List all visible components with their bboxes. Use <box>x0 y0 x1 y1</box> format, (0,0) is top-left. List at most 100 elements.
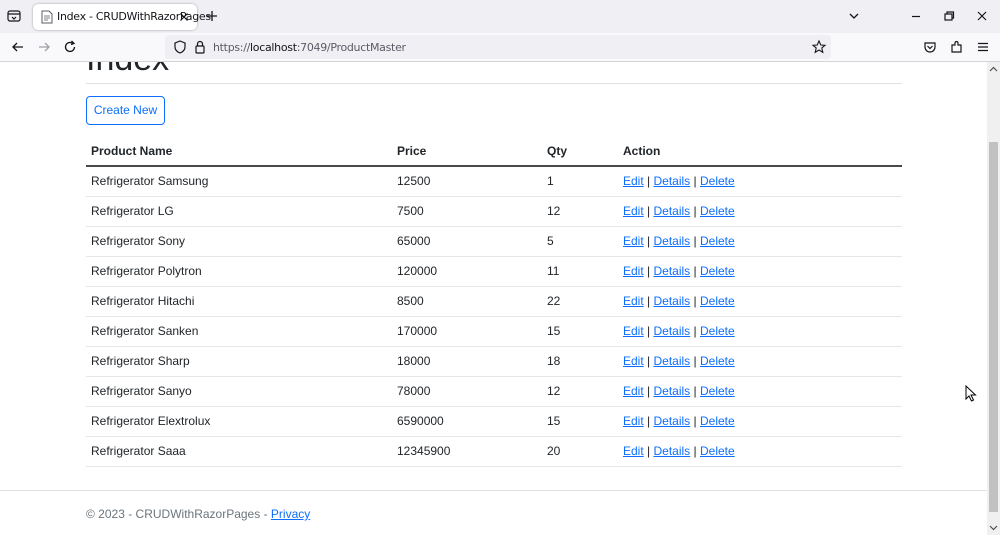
edit-link[interactable]: Edit <box>623 204 644 218</box>
separator: | <box>647 414 651 428</box>
column-header-product-name: Product Name <box>86 137 392 167</box>
browser-tab[interactable]: Index - CRUDWithRazorPages <box>33 4 211 30</box>
delete-link[interactable]: Delete <box>700 324 735 338</box>
separator: | <box>693 294 697 308</box>
edit-link[interactable]: Edit <box>623 444 644 458</box>
separator: | <box>647 444 651 458</box>
bookmark-star-icon[interactable] <box>811 39 827 55</box>
separator: | <box>647 354 651 368</box>
price-cell: 120000 <box>392 256 542 287</box>
delete-link[interactable]: Delete <box>700 234 735 248</box>
details-link[interactable]: Details <box>654 294 691 308</box>
details-link[interactable]: Details <box>654 414 691 428</box>
pocket-icon[interactable] <box>922 39 938 55</box>
product-name-cell: Refrigerator Sharp <box>86 346 392 377</box>
edit-link[interactable]: Edit <box>623 384 644 398</box>
price-cell: 6590000 <box>392 406 542 437</box>
menu-icon[interactable] <box>975 39 991 55</box>
action-cell: Edit | Details | Delete <box>618 286 902 317</box>
extensions-icon[interactable] <box>949 39 965 55</box>
table-row: Refrigerator Hitachi 8500 22 Edit | Details… <box>86 286 902 317</box>
separator: | <box>647 234 651 248</box>
edit-link[interactable]: Edit <box>623 174 644 188</box>
separator: | <box>693 324 697 338</box>
product-name-cell: Refrigerator LG <box>86 196 392 227</box>
product-name-cell: Refrigerator Saaa <box>86 436 392 467</box>
table-row: Refrigerator Sanyo 78000 12 Edit | Details … <box>86 376 902 407</box>
new-tab-icon[interactable] <box>204 8 220 24</box>
details-link[interactable]: Details <box>654 264 691 278</box>
edit-link[interactable]: Edit <box>623 234 644 248</box>
qty-cell: 12 <box>542 376 618 407</box>
forward-arrow-icon[interactable] <box>36 39 52 55</box>
qty-cell: 5 <box>542 226 618 257</box>
delete-link[interactable]: Delete <box>700 384 735 398</box>
page-icon <box>41 10 53 24</box>
price-cell: 78000 <box>392 376 542 407</box>
scrollbar-thumb[interactable] <box>989 142 998 512</box>
footer-divider <box>0 490 987 491</box>
edit-link[interactable]: Edit <box>623 264 644 278</box>
qty-cell: 1 <box>542 166 618 197</box>
shield-icon[interactable] <box>172 39 188 55</box>
table-row: Refrigerator Elextrolux 6590000 15 Edit | D… <box>86 406 902 437</box>
action-cell: Edit | Details | Delete <box>618 226 902 257</box>
create-new-button[interactable]: Create New <box>86 96 165 125</box>
edit-link[interactable]: Edit <box>623 354 644 368</box>
list-all-tabs-icon[interactable] <box>846 8 862 24</box>
edit-link[interactable]: Edit <box>623 294 644 308</box>
price-cell: 8500 <box>392 286 542 317</box>
back-arrow-icon[interactable] <box>10 39 26 55</box>
qty-cell: 11 <box>542 256 618 287</box>
restore-icon[interactable] <box>941 8 957 24</box>
tab-list-icon[interactable] <box>6 8 22 24</box>
table-row: Refrigerator Samsung 12500 1 Edit | Details… <box>86 166 902 197</box>
privacy-link[interactable]: Privacy <box>271 507 310 521</box>
action-cell: Edit | Details | Delete <box>618 436 902 467</box>
product-name-cell: Refrigerator Polytron <box>86 256 392 287</box>
lock-icon[interactable] <box>192 39 208 55</box>
vertical-scrollbar[interactable] <box>987 62 1000 535</box>
url-host: localhost <box>250 41 297 54</box>
tab-bar: Index - CRUDWithRazorPages <box>0 0 1000 33</box>
details-link[interactable]: Details <box>654 384 691 398</box>
delete-link[interactable]: Delete <box>700 294 735 308</box>
products-table: Product Name Price Qty Action Refrigerat… <box>86 137 902 467</box>
qty-cell: 20 <box>542 436 618 467</box>
details-link[interactable]: Details <box>654 324 691 338</box>
close-window-icon[interactable] <box>974 8 990 24</box>
url-text[interactable]: https://localhost:7049/ProductMaster <box>213 41 406 54</box>
edit-link[interactable]: Edit <box>623 414 644 428</box>
details-link[interactable]: Details <box>654 444 691 458</box>
scroll-down-arrow-icon[interactable] <box>989 523 998 532</box>
details-link[interactable]: Details <box>654 354 691 368</box>
table-row: Refrigerator Sony 65000 5 Edit | Details | … <box>86 226 902 257</box>
details-link[interactable]: Details <box>654 204 691 218</box>
scroll-up-arrow-icon[interactable] <box>989 65 998 74</box>
price-cell: 12345900 <box>392 436 542 467</box>
details-link[interactable]: Details <box>654 174 691 188</box>
product-name-cell: Refrigerator Elextrolux <box>86 406 392 437</box>
footer: © 2023 - CRUDWithRazorPages - Privacy <box>86 507 310 521</box>
minimize-icon[interactable] <box>908 8 924 24</box>
details-link[interactable]: Details <box>654 234 691 248</box>
edit-link[interactable]: Edit <box>623 324 644 338</box>
mouse-cursor-icon <box>965 385 977 402</box>
delete-link[interactable]: Delete <box>700 264 735 278</box>
price-cell: 7500 <box>392 196 542 227</box>
reload-icon[interactable] <box>62 39 78 55</box>
delete-link[interactable]: Delete <box>700 354 735 368</box>
address-bar[interactable]: https://localhost:7049/ProductMaster <box>165 35 831 59</box>
table-row: Refrigerator Saaa 12345900 20 Edit | Detail… <box>86 436 902 467</box>
delete-link[interactable]: Delete <box>700 174 735 188</box>
table-row: Refrigerator Sharp 18000 18 Edit | Details … <box>86 346 902 377</box>
separator: | <box>693 264 697 278</box>
delete-link[interactable]: Delete <box>700 444 735 458</box>
separator: | <box>647 174 651 189</box>
separator: | <box>647 324 651 338</box>
product-name-cell: Refrigerator Sanyo <box>86 376 392 407</box>
close-tab-icon[interactable] <box>176 9 192 25</box>
delete-link[interactable]: Delete <box>700 204 735 218</box>
delete-link[interactable]: Delete <box>700 414 735 428</box>
action-cell: Edit | Details | Delete <box>618 166 902 197</box>
